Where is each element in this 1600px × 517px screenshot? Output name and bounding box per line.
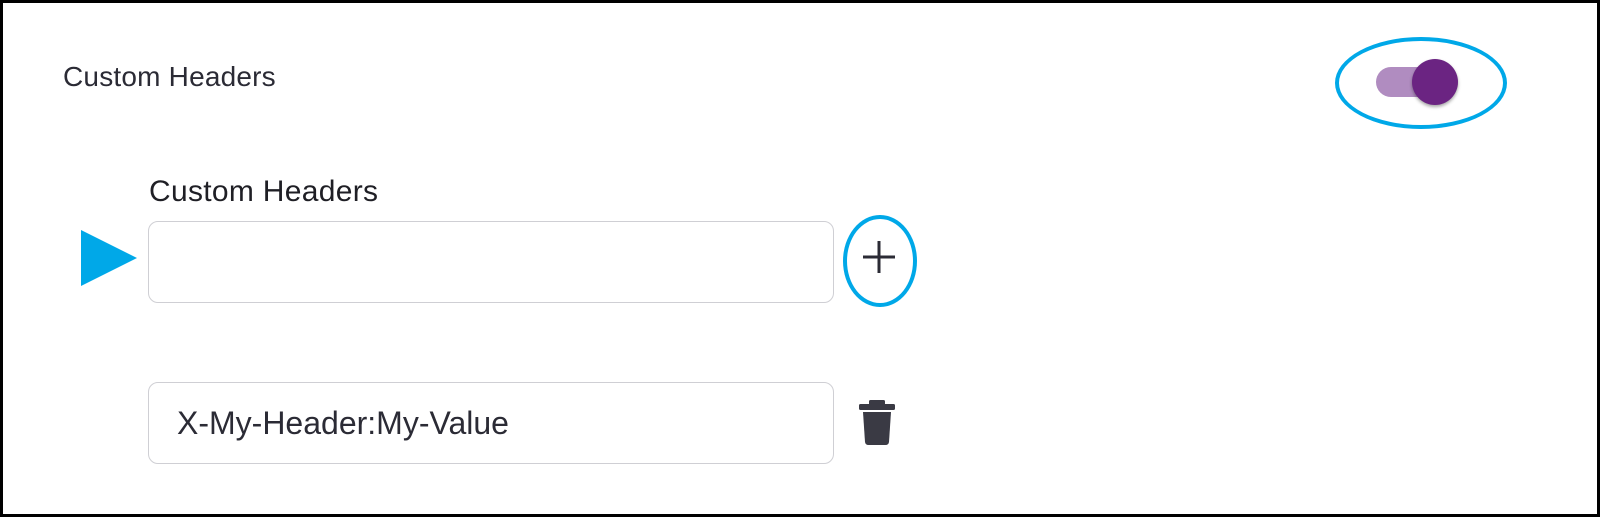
delete-header-button[interactable] [857, 398, 897, 446]
toggle-knob [1412, 59, 1458, 105]
settings-panel: Custom Headers Custom Headers [0, 0, 1600, 517]
plus-icon [863, 241, 895, 273]
header-entry-input[interactable] [148, 382, 834, 464]
section-title: Custom Headers [63, 61, 276, 92]
new-header-input[interactable] [148, 221, 834, 303]
custom-headers-toggle[interactable] [1373, 55, 1463, 107]
custom-headers-field-label: Custom Headers [149, 175, 379, 208]
triangle-arrow-right-icon [81, 230, 137, 286]
add-header-button[interactable] [849, 227, 909, 287]
trash-icon [859, 400, 895, 445]
